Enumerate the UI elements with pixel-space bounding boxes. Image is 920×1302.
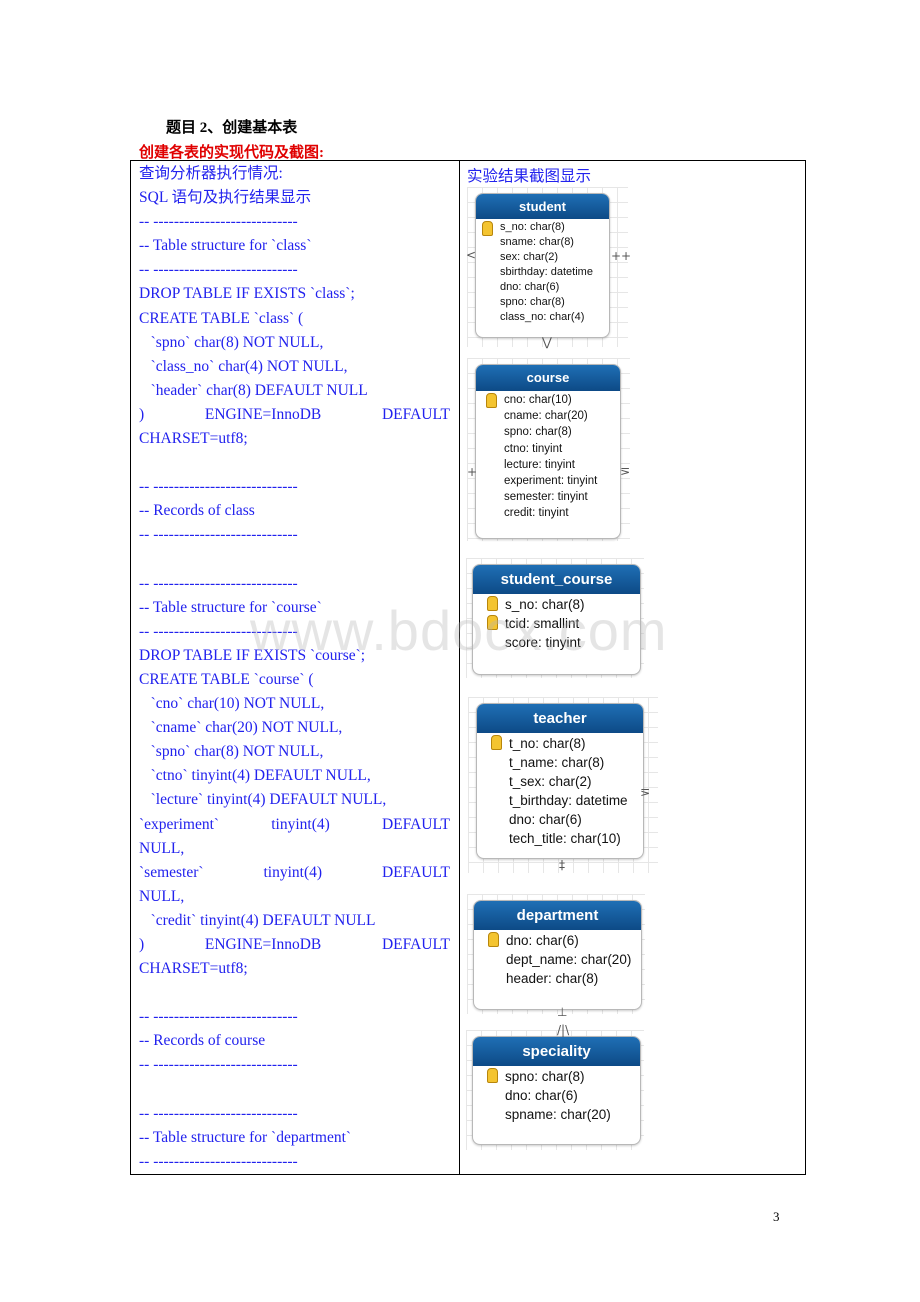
entity-field: semester: tinyint xyxy=(504,491,588,504)
entity-field: ctno: tinyint xyxy=(504,442,563,455)
code-line: -- ---------------------------- xyxy=(139,1152,298,1170)
code-line: -- ---------------------------- xyxy=(139,574,298,592)
code-line: `cname` char(20) NOT NULL, xyxy=(139,719,343,737)
code-line: `ctno` tinyint(4) DEFAULT NULL, xyxy=(139,767,371,785)
code-line: -- ---------------------------- xyxy=(139,478,298,496)
code-line: `spno` char(8) NOT NULL, xyxy=(139,333,324,351)
entity-field: t_name: char(8) xyxy=(509,755,605,770)
code-line: -- Table structure for `class` xyxy=(139,237,312,255)
entity-field: dno: char(6) xyxy=(509,812,582,827)
code-line: CHARSET=utf8; xyxy=(139,430,248,448)
entity-field: cname: char(20) xyxy=(504,410,588,423)
entity-field: t_sex: char(2) xyxy=(509,774,592,789)
primary-key-icon xyxy=(482,221,493,236)
entity-field: spname: char(20) xyxy=(505,1107,611,1122)
code-line: ) ENGINE=InnoDB DEFAULT xyxy=(139,405,450,423)
sql-code-column: 查询分析器执行情况: SQL 语句及执行结果显示 -- --------------… xyxy=(139,162,450,1174)
watermark: www.bdocx.com xyxy=(250,599,668,662)
document-page: 题目 2、创建基本表 创建各表的实现代码及截图: 查询分析器执行情况: SQL 语… xyxy=(0,0,920,1302)
relationship-connector: ⋁ xyxy=(542,335,552,349)
entity-title: course xyxy=(476,365,620,391)
entity-title: student_course xyxy=(473,565,640,594)
entity-title: teacher xyxy=(477,704,643,733)
relationship-connector: /|\ xyxy=(557,1023,570,1037)
relationship-connector: ‡ xyxy=(559,858,565,872)
entity-field: class_no: char(4) xyxy=(500,311,585,323)
entity-field: experiment: tinyint xyxy=(504,474,598,487)
primary-key-icon xyxy=(491,735,502,750)
entity-title: speciality xyxy=(473,1037,640,1066)
section-subheading: 创建各表的实现代码及截图: xyxy=(139,145,324,161)
entity-field: dept_name: char(20) xyxy=(506,952,632,967)
relationship-connector: ⋝ xyxy=(620,464,631,478)
entity-field: spno: char(8) xyxy=(500,296,565,308)
entity-field: cno: char(10) xyxy=(504,394,572,406)
entity-field: s_no: char(8) xyxy=(500,221,565,233)
table-divider xyxy=(459,160,460,1175)
code-line: `cno` char(10) NOT NULL, xyxy=(139,695,325,713)
code-line: DROP TABLE IF EXISTS `class`; xyxy=(139,285,355,303)
section-heading: 题目 2、创建基本表 xyxy=(166,120,298,136)
entity-field: sex: char(2) xyxy=(500,251,559,263)
code-line: 查询分析器执行情况: xyxy=(139,165,283,182)
entity-field: tech_title: char(10) xyxy=(509,831,621,846)
page-number: 3 xyxy=(773,1209,780,1224)
code-line: -- ---------------------------- xyxy=(139,213,298,231)
entity-field: header: char(8) xyxy=(506,971,599,986)
entity-field: lecture: tinyint xyxy=(504,458,575,471)
primary-key-icon xyxy=(486,393,497,408)
entity-field: dno: char(6) xyxy=(506,933,579,948)
code-line: -- Records of course xyxy=(139,1032,266,1050)
relationship-connector: < xyxy=(466,248,477,262)
screenshot-heading: 实验结果截图显示 xyxy=(467,168,592,185)
code-line: `lecture` tinyint(4) DEFAULT NULL, xyxy=(139,791,387,809)
primary-key-icon xyxy=(488,932,499,947)
code-line: `spno` char(8) NOT NULL, xyxy=(139,743,324,761)
entity-student[interactable]: student s_no: char(8) sname: char(8) sex: c… xyxy=(475,193,610,338)
entity-field: spno: char(8) xyxy=(505,1069,585,1084)
code-line: `header` char(8) DEFAULT NULL xyxy=(139,381,368,399)
code-line: `semester` tinyint(4) DEFAULT xyxy=(139,863,450,881)
relationship-connector: + xyxy=(467,465,478,479)
code-line: NULL, xyxy=(139,839,185,857)
code-line: -- ---------------------------- xyxy=(139,1056,298,1074)
entity-course[interactable]: course cno: char(10) cname: char(20) spno: … xyxy=(475,364,621,539)
entity-field: credit: tinyint xyxy=(504,507,569,520)
entity-department[interactable]: department dno: char(6) dept_name: char(20… xyxy=(473,900,642,1010)
code-line: `experiment` tinyint(4) DEFAULT xyxy=(139,815,450,833)
code-line: CREATE TABLE `course` ( xyxy=(139,670,314,688)
code-line: CREATE TABLE `class` ( xyxy=(139,309,304,327)
code-line: SQL 语句及执行结果显示 xyxy=(139,189,312,207)
code-line: -- ---------------------------- xyxy=(139,261,298,279)
code-line: CHARSET=utf8; xyxy=(139,960,248,978)
relationship-connector: ++ xyxy=(611,249,632,263)
entity-speciality[interactable]: speciality spno: char(8) dno: char(6) spnam… xyxy=(472,1036,641,1145)
entity-teacher[interactable]: teacher t_no: char(8) t_name: char(8) t_sex… xyxy=(476,703,644,859)
entity-field: sbirthday: datetime xyxy=(500,266,593,278)
code-line: -- ---------------------------- xyxy=(139,526,298,544)
primary-key-icon xyxy=(487,1068,498,1083)
code-line: -- Records of class xyxy=(139,502,255,520)
entity-field: t_birthday: datetime xyxy=(509,793,628,808)
code-line: NULL, xyxy=(139,887,185,905)
code-line: -- ---------------------------- xyxy=(139,1008,298,1026)
code-line: `class_no` char(4) NOT NULL, xyxy=(139,357,348,375)
entity-field: dno: char(6) xyxy=(505,1088,578,1103)
entity-field: dno: char(6) xyxy=(500,281,560,293)
code-line: -- ---------------------------- xyxy=(139,1104,298,1122)
relationship-connector: ⊥ xyxy=(557,1005,568,1019)
code-line: ) ENGINE=InnoDB DEFAULT xyxy=(139,936,450,953)
entity-title: student xyxy=(476,194,609,219)
code-line: -- Table structure for `department` xyxy=(139,1128,352,1146)
entity-field: sname: char(8) xyxy=(500,236,574,248)
relationship-connector: ⋝ xyxy=(640,785,651,799)
entity-field: spno: char(8) xyxy=(504,426,572,439)
code-line: `credit` tinyint(4) DEFAULT NULL xyxy=(139,911,376,929)
entity-title: department xyxy=(474,901,641,930)
